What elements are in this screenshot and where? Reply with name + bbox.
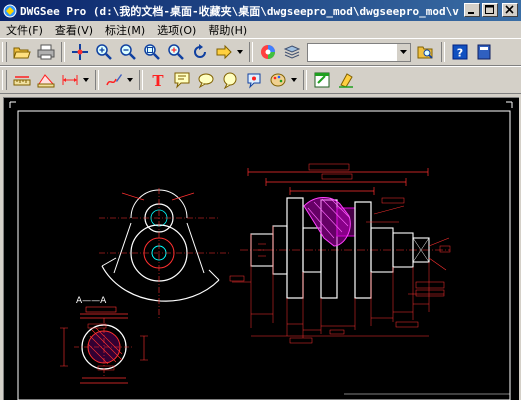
dimension-icon <box>62 75 78 85</box>
zoom-extents-icon <box>168 44 184 60</box>
section-label: A——A <box>76 296 107 306</box>
toolbar-grip[interactable] <box>2 42 7 62</box>
frame-corner <box>9 101 513 108</box>
menu-bar: 文件(F) 查看(V) 标注(M) 选项(O) 帮助(H) <box>0 21 521 38</box>
help-button[interactable]: ? <box>449 41 471 63</box>
svg-text:?: ? <box>457 47 463 60</box>
main-toolbar: ? <box>0 38 521 66</box>
chevron-down-icon <box>237 50 243 54</box>
crank-profile-view <box>99 188 229 320</box>
freehand-button[interactable] <box>103 69 125 91</box>
menu-help[interactable]: 帮助(H) <box>202 22 253 38</box>
svg-text:T: T <box>152 72 164 89</box>
dimension-dropdown[interactable] <box>82 69 90 91</box>
chevron-down-icon <box>291 78 297 82</box>
close-icon <box>505 5 514 14</box>
eraser-icon <box>339 73 353 88</box>
pan-icon <box>72 44 88 60</box>
zoom-extents-button[interactable] <box>165 41 187 63</box>
zoom-window-button[interactable] <box>141 41 163 63</box>
clear-markup-button[interactable] <box>335 69 357 91</box>
save-markup-button[interactable] <box>311 69 333 91</box>
markup-style-button[interactable] <box>267 69 289 91</box>
pan-button[interactable] <box>69 41 91 63</box>
palette-icon <box>270 73 286 87</box>
title-bar[interactable]: DWGSee Pro (d:\我的文档-桌面-收藏夹\桌面\dwgseepro_… <box>0 0 521 21</box>
layout-combo-dropdown[interactable] <box>396 43 410 61</box>
close-button[interactable] <box>502 3 518 17</box>
open-button[interactable] <box>11 41 33 63</box>
forward-button[interactable] <box>213 41 235 63</box>
printer-icon <box>37 44 55 60</box>
rotate-button[interactable] <box>189 41 211 63</box>
help-icon: ? <box>452 44 468 60</box>
forward-dropdown[interactable] <box>236 41 244 63</box>
open-folder-icon <box>13 47 31 59</box>
drawing-area: A——A <box>0 94 521 400</box>
chevron-down-icon <box>400 50 407 54</box>
callout-icon <box>174 72 190 89</box>
dimension-button[interactable] <box>59 69 81 91</box>
markup-toolbar: T <box>0 66 521 94</box>
rotate-icon <box>194 44 206 58</box>
crankshaft-elevation-view <box>229 163 451 344</box>
ruler-icon <box>13 76 31 86</box>
menu-file[interactable]: 文件(F) <box>0 22 49 38</box>
zoom-out-button[interactable] <box>117 41 139 63</box>
cad-drawing: A——A <box>9 101 513 400</box>
dwgsee-window: DWGSee Pro (d:\我的文档-桌面-收藏夹\桌面\dwgseepro_… <box>0 0 521 400</box>
area-ruler-icon <box>37 74 55 88</box>
cloud-callout-icon <box>198 73 214 89</box>
find-button[interactable] <box>415 41 437 63</box>
freehand-dropdown[interactable] <box>126 69 134 91</box>
zoom-window-icon <box>144 44 160 60</box>
about-button[interactable] <box>473 41 495 63</box>
arrow-right-icon <box>216 44 232 60</box>
layout-combo[interactable] <box>307 42 411 62</box>
measure-area-button[interactable] <box>35 69 57 91</box>
bubble-icon <box>223 72 237 89</box>
text-icon: T <box>152 72 164 89</box>
zoom-in-button[interactable] <box>93 41 115 63</box>
background-color-button[interactable] <box>257 41 279 63</box>
maximize-button[interactable] <box>482 3 498 17</box>
stamp-button[interactable] <box>243 69 265 91</box>
maximize-icon <box>485 5 494 14</box>
dwg-canvas[interactable]: A——A <box>3 97 519 400</box>
pen-icon <box>106 74 122 86</box>
layers-button[interactable] <box>281 41 303 63</box>
chevron-down-icon <box>83 78 89 82</box>
chevron-down-icon <box>127 78 133 82</box>
folder-search-icon <box>417 46 433 59</box>
text-button[interactable]: T <box>147 69 169 91</box>
section-aa-view <box>60 306 148 384</box>
info-book-icon <box>477 44 491 60</box>
markup-book-icon <box>314 72 330 88</box>
zoom-out-icon <box>120 44 136 60</box>
color-wheel-icon <box>261 45 275 59</box>
minimize-icon <box>468 12 474 14</box>
markup-style-dropdown[interactable] <box>290 69 298 91</box>
layers-icon <box>283 45 301 59</box>
zoom-in-icon <box>96 44 112 60</box>
measure-distance-button[interactable] <box>11 69 33 91</box>
menu-markup[interactable]: 标注(M) <box>99 22 151 38</box>
window-title: DWGSee Pro (d:\我的文档-桌面-收藏夹\桌面\dwgseepro_… <box>20 4 460 18</box>
menu-view[interactable]: 查看(V) <box>49 22 99 38</box>
cloud-note-button[interactable] <box>195 69 217 91</box>
toolbar-grip[interactable] <box>2 70 7 90</box>
menu-options[interactable]: 选项(O) <box>151 22 202 38</box>
minimize-button[interactable] <box>464 3 480 17</box>
note-button[interactable] <box>171 69 193 91</box>
stamp-icon <box>247 73 261 89</box>
bubble-note-button[interactable] <box>219 69 241 91</box>
print-button[interactable] <box>35 41 57 63</box>
dwgsee-app-icon <box>3 4 17 17</box>
